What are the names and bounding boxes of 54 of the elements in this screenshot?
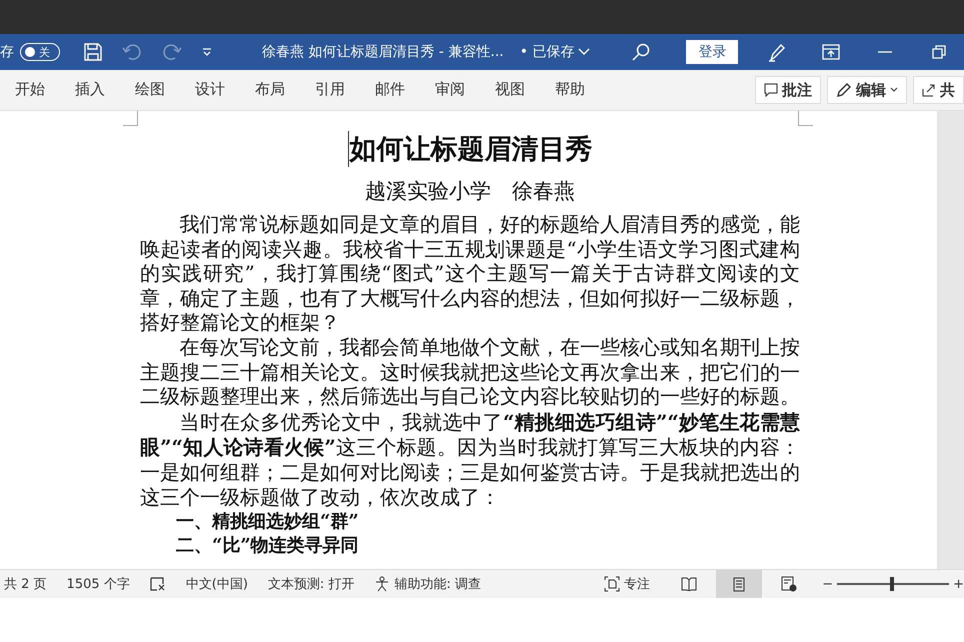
caret-icon [890, 87, 898, 93]
edit-button[interactable]: 编辑 [827, 76, 907, 104]
share-button[interactable]: 共 [913, 76, 964, 104]
book-icon [681, 577, 698, 591]
paragraph: 在每次写论文前，我都会简单地做个文献，在一些核心或知名期刊上按主题搜二三十篇相关论文。这时候我就把这些论文再次拿出来，把它们的一二级标题整理出来，然后筛选出与自己论文内容比较贴切的一些好的标题。 [140, 336, 800, 410]
autosave-toggle[interactable]: 关 [20, 43, 60, 61]
document-title: 徐春燕 如何让标题眉清目秀 - 兼容性... [262, 43, 504, 61]
ribbon-tab[interactable]: 审阅 [428, 76, 472, 104]
ribbon-tab[interactable]: 设计 [188, 76, 232, 104]
document-heading: 如何让标题眉清目秀 [348, 131, 592, 167]
ribbon-display-icon[interactable] [822, 44, 840, 60]
login-button[interactable]: 登录 [686, 40, 738, 64]
paragraph: 当时在众多优秀论文中，我就选中了“精挑细选巧组诗”“妙笔生花需慧眼”“知人论诗看火候”这三个标题。因为当时我就打算写三大板块的内容：一是如何组群；二是如何对比阅读；三是如何鉴赏古诗。于是我就把选出的这三个一级标题做了改动，依次改成了： [140, 410, 800, 510]
save-icon[interactable] [84, 43, 102, 61]
ribbon-tab[interactable]: 布局 [248, 76, 292, 104]
share-icon [922, 83, 936, 97]
proofing-icon[interactable] [150, 577, 166, 591]
language-status[interactable]: 中文(中国) [186, 575, 248, 593]
focus-icon [604, 576, 620, 592]
ribbon-tab[interactable]: 引用 [308, 76, 352, 104]
ribbon-tab[interactable]: 开始 [8, 76, 52, 104]
pencil-icon [836, 82, 852, 98]
section-heading: 二、“比”物连类寻异同 [175, 534, 360, 558]
text-prediction-status[interactable]: 文本预测: 打开 [268, 575, 354, 593]
ribbon-tab[interactable]: 绘图 [128, 76, 172, 104]
comment-button[interactable]: 批注 [755, 76, 821, 104]
minimize-icon[interactable] [878, 51, 892, 53]
section-heading: 一、精挑细选妙组“群” [175, 510, 360, 534]
scrollbar[interactable] [937, 111, 964, 569]
zoom-in-button[interactable]: + [953, 576, 964, 592]
ribbon-tab[interactable]: 视图 [488, 76, 532, 104]
paragraph: 我们常常说标题如同是文章的眉目，好的标题给人眉清目秀的感觉，能唤起读者的阅读兴趣。我校省十三五规划课题是“小学生语文学习图式建构的实践研究”，我打算围绕“图式”这个主题写一篇关于古诗群文阅读的文章，确定了主题，也有了大概写什么内容的想法，但如何拟好一二级标题，搭好整篇论文的框架？ [140, 213, 800, 336]
page-count[interactable]: 共 2 页 [4, 575, 47, 593]
search-icon[interactable] [632, 43, 650, 61]
person-icon [374, 576, 390, 592]
comment-icon [764, 83, 778, 97]
zoom-slider-thumb[interactable] [890, 577, 894, 591]
autosave-label: 存 [0, 43, 14, 61]
web-page-icon [781, 576, 798, 592]
focus-button[interactable]: 专注 [604, 575, 650, 593]
save-status[interactable]: • 已保存 [520, 43, 590, 61]
restore-icon[interactable] [932, 45, 946, 59]
view-button[interactable] [716, 570, 762, 598]
word-count[interactable]: 1505 个字 [66, 575, 130, 593]
ribbon-tab[interactable]: 帮助 [548, 76, 592, 104]
zoom-out-button[interactable]: − [822, 576, 834, 592]
page-icon [733, 576, 746, 592]
pen-icon[interactable] [768, 42, 786, 62]
caret-icon [578, 48, 590, 56]
accessibility-status[interactable]: 辅助功能: 调查 [374, 575, 481, 593]
ribbon-tab[interactable]: 插入 [68, 76, 112, 104]
document-subtitle: 越溪实验小学 徐春燕 [364, 178, 576, 205]
customize-caret-icon[interactable] [202, 48, 212, 56]
ribbon-tab[interactable]: 邮件 [368, 76, 412, 104]
